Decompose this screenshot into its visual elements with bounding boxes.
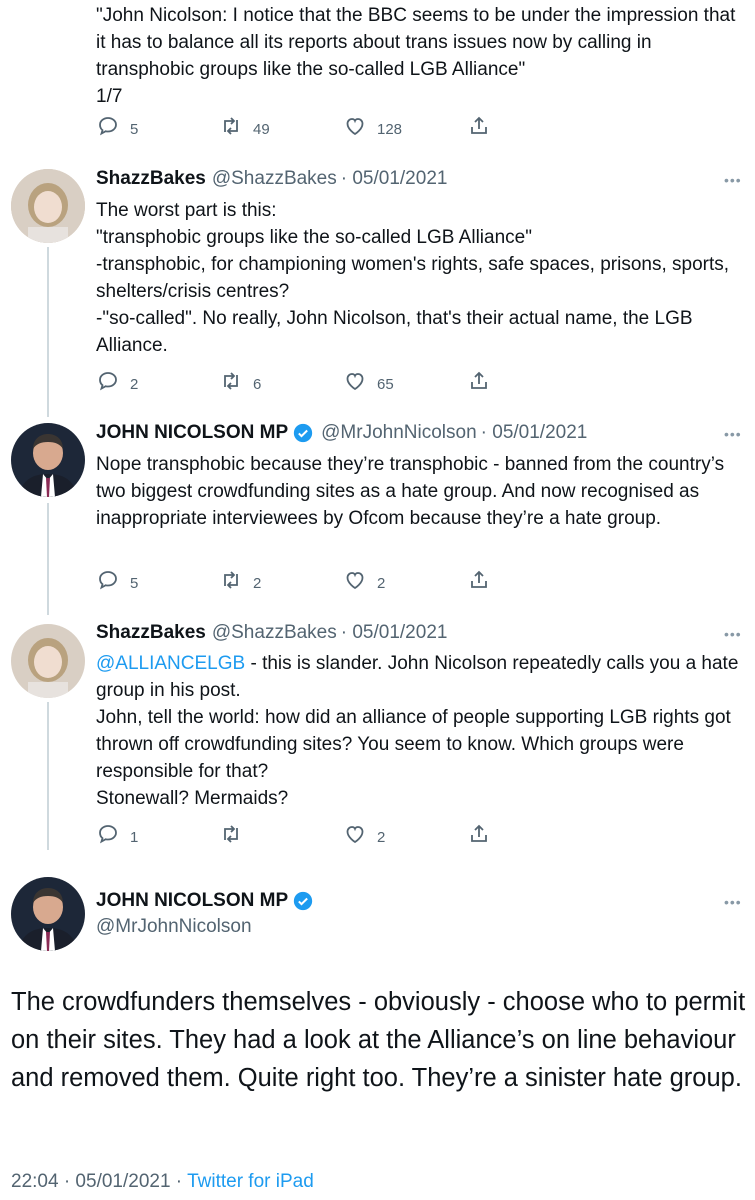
retweet-button[interactable]: 6 (219, 369, 261, 393)
like-count: 2 (377, 574, 386, 592)
display-name[interactable]: ShazzBakes (96, 168, 206, 190)
tweet-text: "John Nicolson: I notice that the BBC se… (96, 5, 736, 107)
share-button[interactable] (467, 114, 491, 138)
reply-icon (99, 825, 117, 844)
verified-badge-icon (293, 891, 313, 911)
tweet-date[interactable]: · 05/01/2021 (341, 622, 448, 644)
avatar[interactable] (11, 169, 85, 243)
tweet-header: JOHN NICOLSON MP (96, 888, 313, 914)
like-button[interactable]: 65 (343, 369, 394, 393)
reply-icon (99, 117, 117, 136)
tweet-meta: 22:04 · 05/01/2021 · Twitter for iPad (11, 1171, 314, 1193)
heart-icon (346, 373, 364, 391)
heart-icon (346, 118, 364, 136)
avatar[interactable] (11, 624, 85, 698)
more-options-button[interactable]: ••• (724, 894, 742, 910)
reply-icon (99, 571, 117, 590)
share-icon (471, 116, 487, 134)
tweet-body: - this is slander. John Nicolson repeate… (96, 653, 739, 809)
tweet-text: Nope transphobic because they’re transph… (96, 454, 725, 529)
tweet-date[interactable]: · 05/01/2021 (481, 422, 588, 444)
avatar-image (11, 169, 85, 243)
display-name[interactable]: JOHN NICOLSON MP (96, 422, 288, 444)
retweet-count: 2 (253, 574, 262, 592)
retweet-count: 49 (253, 120, 270, 138)
retweet-icon (224, 117, 238, 135)
thread-line (47, 503, 49, 615)
like-count: 128 (377, 120, 403, 138)
display-name[interactable]: JOHN NICOLSON MP (96, 890, 288, 912)
retweet-button[interactable]: 49 (219, 114, 270, 138)
avatar-image (11, 423, 85, 497)
tweet-text: The worst part is this: "transphobic gro… (96, 200, 730, 356)
tweet-source[interactable]: Twitter for iPad (187, 1171, 314, 1192)
thread-line (47, 702, 49, 850)
reply-count: 5 (130, 120, 139, 138)
reply-count: 2 (130, 375, 139, 393)
verified-badge-icon (293, 423, 313, 443)
like-count: 2 (377, 828, 386, 846)
avatar-image (11, 624, 85, 698)
avatar-image (11, 877, 85, 951)
user-handle[interactable]: @MrJohnNicolson (96, 916, 252, 938)
retweet-button[interactable] (219, 822, 253, 846)
thread-line (47, 247, 49, 417)
share-button[interactable] (467, 822, 491, 846)
reply-button[interactable]: 1 (96, 822, 138, 846)
share-icon (471, 824, 487, 842)
main-tweet-text: The crowdfunders themselves - obviously … (11, 988, 746, 1092)
share-button[interactable] (467, 568, 491, 592)
share-button[interactable] (467, 369, 491, 393)
reply-button[interactable]: 5 (96, 568, 138, 592)
avatar[interactable] (11, 877, 85, 951)
tweet-text: @ALLIANCELGB - this is slander. John Nic… (96, 650, 746, 812)
reply-icon (99, 372, 117, 391)
retweet-count: 6 (253, 375, 262, 393)
more-options-button[interactable]: ••• (724, 172, 742, 188)
like-button[interactable]: 2 (343, 822, 385, 846)
user-handle[interactable]: @MrJohnNicolson (321, 422, 477, 444)
retweet-icon (224, 825, 238, 843)
tweet-date[interactable]: · 05/01/2021 (341, 168, 448, 190)
tweet-header: JOHN NICOLSON MP @MrJohnNicolson · 05/01… (96, 420, 587, 446)
share-icon (471, 570, 487, 588)
user-handle[interactable]: @ShazzBakes (212, 622, 337, 644)
heart-icon (346, 826, 364, 844)
retweet-icon (224, 372, 238, 390)
reply-button[interactable]: 5 (96, 114, 138, 138)
user-handle[interactable]: @ShazzBakes (212, 168, 337, 190)
retweet-icon (224, 571, 238, 589)
more-options-button[interactable]: ••• (724, 426, 742, 442)
reply-count: 1 (130, 828, 139, 846)
tweet-header: ShazzBakes @ShazzBakes · 05/01/2021 (96, 166, 447, 192)
display-name[interactable]: ShazzBakes (96, 622, 206, 644)
like-button[interactable]: 128 (343, 114, 402, 138)
like-count: 65 (377, 375, 394, 393)
tweet-header: ShazzBakes @ShazzBakes · 05/01/2021 (96, 620, 447, 646)
tweet-timestamp[interactable]: 22:04 · 05/01/2021 · (11, 1171, 187, 1192)
like-button[interactable]: 2 (343, 568, 385, 592)
avatar[interactable] (11, 423, 85, 497)
reply-button[interactable]: 2 (96, 369, 138, 393)
heart-icon (346, 572, 364, 590)
mention-link[interactable]: @ALLIANCELGB (96, 653, 245, 674)
retweet-button[interactable]: 2 (219, 568, 261, 592)
reply-count: 5 (130, 574, 139, 592)
share-icon (471, 371, 487, 389)
more-options-button[interactable]: ••• (724, 626, 742, 642)
